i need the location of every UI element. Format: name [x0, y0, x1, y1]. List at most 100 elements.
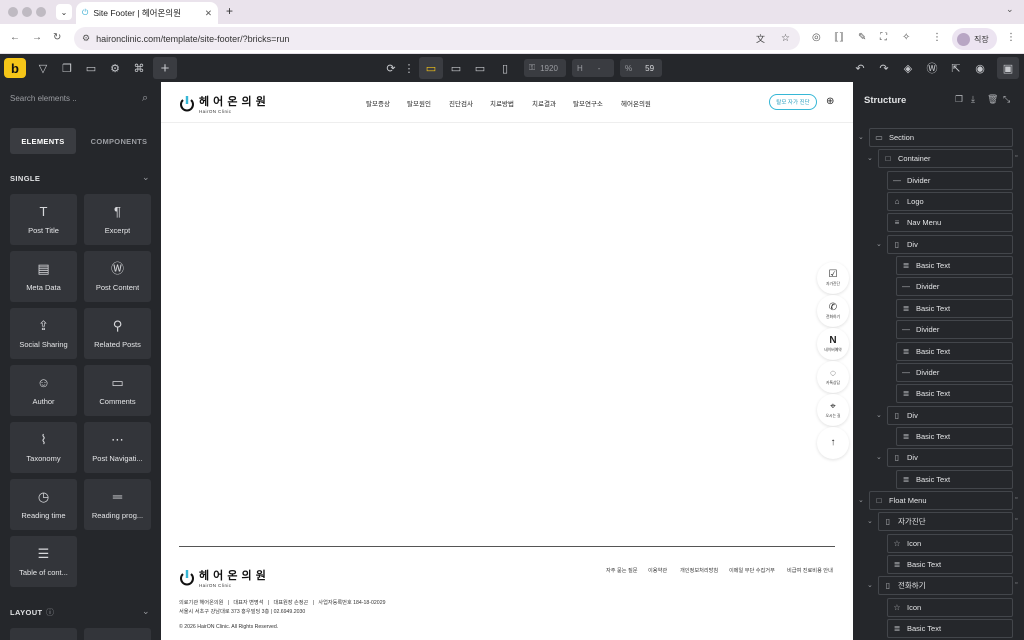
nav-item[interactable]: 치료방법 [490, 98, 514, 108]
component-icon[interactable]: ▫ [1015, 495, 1017, 502]
tablet-landscape-icon[interactable]: ▭ [471, 59, 489, 77]
screenshot-icon[interactable]: ⛶ [880, 32, 887, 43]
external-link-icon[interactable]: ⇱ [947, 59, 965, 77]
footer-logo[interactable]: 헤 어 온 의 원 HairON Clinic [179, 567, 266, 588]
structure-item[interactable]: ≣ Basic Text [887, 619, 1013, 639]
info-icon[interactable]: ⓘ [46, 607, 54, 618]
structure-item[interactable]: — Divider [896, 277, 1013, 297]
breakpoint-dots-icon[interactable]: ⋮ [400, 59, 418, 77]
chevron-down-icon[interactable]: ⌄ [142, 606, 150, 617]
structure-item[interactable]: □ Float Menu [869, 490, 1013, 510]
structure-item[interactable]: — Divider [896, 320, 1013, 340]
translate-icon[interactable]: 文 [756, 32, 765, 45]
tab-search-icon[interactable]: ⌄ [1006, 4, 1014, 15]
nav-item[interactable]: 헤어온의원 [621, 98, 651, 108]
float-item-kakao[interactable]: ◌ 카톡상담 [817, 361, 849, 393]
float-item-naver[interactable]: N 네이버예약 [817, 328, 849, 360]
structure-item[interactable]: ≣ Basic Text [896, 426, 1013, 446]
new-tab-icon[interactable]: + [226, 4, 233, 18]
tree-toggle-icon[interactable]: ⌄ [858, 496, 864, 504]
float-item-self-diagnosis[interactable]: ☑ 자가진단 [817, 262, 849, 294]
wordpress-icon[interactable]: Ⓦ [923, 59, 941, 77]
page-settings-icon[interactable]: ▽ [34, 59, 52, 77]
self-diagnosis-button[interactable]: 탈모 자가 진단 [769, 94, 817, 110]
structure-item[interactable]: ▯ Div [887, 234, 1013, 254]
element-tile-comments[interactable]: ▭ Comments [84, 365, 151, 416]
structure-item[interactable]: ▭ Section [869, 128, 1013, 147]
element-tile-related-posts[interactable]: ⚲ Related Posts [84, 308, 151, 359]
save-icon[interactable]: ▣ [997, 57, 1019, 79]
structure-item[interactable]: ▯ Div [887, 405, 1013, 425]
element-tile-meta-data[interactable]: ▤ Meta Data [10, 251, 77, 302]
tree-toggle-icon[interactable]: ⌄ [867, 154, 873, 162]
structure-item[interactable]: ▯ 전화하기 [878, 576, 1013, 596]
tree-toggle-icon[interactable]: ⌄ [867, 517, 873, 525]
footer-link[interactable]: 자주 묻는 질문 [606, 567, 638, 574]
desktop-breakpoint-icon[interactable]: ▭ [419, 57, 443, 79]
mobile-icon[interactable]: ▯ [496, 59, 514, 77]
pages-icon[interactable]: ❐ [58, 59, 76, 77]
structure-item[interactable]: ≡ Nav Menu [887, 213, 1013, 233]
tree-toggle-icon[interactable]: ⌄ [867, 581, 873, 589]
header-logo[interactable]: 헤 어 온 의 원 HairON Clinic [179, 93, 266, 114]
structure-item[interactable]: ≣ Basic Text [896, 384, 1013, 404]
layers-icon[interactable]: ◈ [899, 59, 917, 77]
structure-item[interactable]: — Divider [896, 362, 1013, 382]
search-input[interactable]: Search elements .. [10, 94, 77, 103]
puzzle-icon[interactable]: ✧ [902, 32, 910, 43]
float-item-call[interactable]: ✆ 전화하기 [817, 295, 849, 327]
structure-item[interactable]: ☆ Icon [887, 533, 1013, 553]
element-tile-author[interactable]: ☺ Author [10, 365, 77, 416]
nav-item[interactable]: 진단검사 [449, 98, 473, 108]
element-tile-post-title[interactable]: T Post Title [10, 194, 77, 245]
tree-toggle-icon[interactable]: ⌄ [858, 133, 864, 141]
collapse-icon[interactable]: ⤡ [1003, 94, 1010, 105]
footer-link[interactable]: 이용약관 [648, 567, 667, 574]
close-window-button[interactable] [8, 7, 18, 17]
site-info-icon[interactable]: ⚙ [82, 33, 90, 44]
browser-menu-icon[interactable]: ⋮ [1006, 32, 1016, 43]
structure-item[interactable]: ≣ Basic Text [896, 341, 1013, 361]
add-element-icon[interactable]: + [153, 57, 177, 79]
bricks-logo-button[interactable]: b [4, 58, 26, 78]
height-field[interactable]: H- [572, 59, 614, 77]
element-tile-reading-progress[interactable]: ═ Reading prog... [84, 479, 151, 530]
extension-icon[interactable]: ◎ [812, 32, 821, 43]
folder-icon[interactable]: ▭ [82, 59, 100, 77]
footer-link[interactable]: 비급여 진료비용 안내 [787, 567, 833, 574]
element-tile-post-content[interactable]: Ⓦ Post Content [84, 251, 151, 302]
width-field[interactable]: ⚿ 1920 [524, 59, 566, 77]
structure-item[interactable]: □ Container [878, 149, 1013, 169]
bookmark-star-icon[interactable]: ☆ [781, 33, 790, 44]
nav-item[interactable]: 치료결과 [532, 98, 556, 108]
tree-toggle-icon[interactable]: ⌄ [876, 240, 882, 248]
trash-icon[interactable]: 🗑︎ [987, 94, 998, 105]
laptop-breakpoint-icon[interactable]: ▭ [447, 59, 465, 77]
reload-icon[interactable]: ↻ [53, 32, 61, 43]
element-tile-excerpt[interactable]: ¶ Excerpt [84, 194, 151, 245]
element-tile-table-of-contents[interactable]: ☰ Table of cont... [10, 536, 77, 587]
settings-gear-icon[interactable]: ⚙ [106, 59, 124, 77]
component-icon[interactable]: ▫ [1015, 153, 1017, 160]
footer-link[interactable]: 개인정보처리방침 [680, 567, 718, 574]
extension-icon[interactable]: ✎ [858, 32, 866, 43]
sync-icon[interactable]: ⟳ [382, 59, 400, 77]
element-tile-layout[interactable] [84, 628, 151, 640]
structure-item[interactable]: ⌂ Logo [887, 192, 1013, 212]
element-tile-post-navigation[interactable]: ⋯ Post Navigati... [84, 422, 151, 473]
structure-item[interactable]: — Divider [887, 170, 1013, 190]
search-icon[interactable]: ⌕ [142, 92, 148, 105]
redo-icon[interactable]: ↷ [875, 59, 893, 77]
tab-list-chevron-icon[interactable]: ⌄ [56, 4, 72, 20]
footer-link[interactable]: 이메일 무단 수집거부 [729, 567, 775, 574]
scroll-top-button[interactable]: ↑ [817, 427, 849, 459]
url-field[interactable]: ⚙ haironclinic.com/template/site-footer/… [74, 27, 800, 50]
element-tile-social-sharing[interactable]: ⇪ Social Sharing [10, 308, 77, 359]
structure-item[interactable]: ≣ Basic Text [887, 555, 1013, 574]
tree-toggle-icon[interactable]: ⌄ [876, 411, 882, 419]
structure-item[interactable]: ≣ Basic Text [896, 256, 1013, 276]
structure-item[interactable]: ≣ Basic Text [896, 298, 1013, 318]
element-tile-reading-time[interactable]: ◷ Reading time [10, 479, 77, 530]
section-single-heading[interactable]: SINGLE [10, 174, 40, 183]
close-tab-icon[interactable]: ✕ [205, 8, 212, 19]
